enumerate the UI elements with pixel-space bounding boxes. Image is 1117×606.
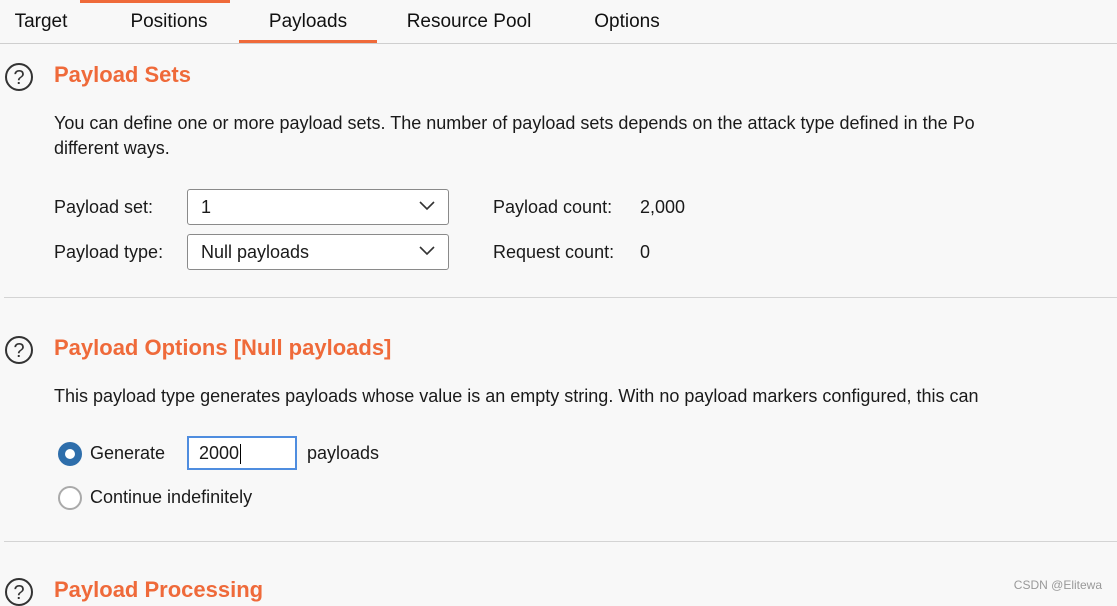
chevron-down-icon bbox=[419, 246, 435, 256]
tab-resource-pool[interactable]: Resource Pool bbox=[390, 0, 548, 43]
request-count-value: 0 bbox=[640, 242, 651, 262]
help-icon[interactable]: ? bbox=[5, 578, 33, 606]
payload-type-select[interactable]: Null payloads bbox=[187, 234, 449, 270]
generate-count-input[interactable]: 2000 bbox=[187, 436, 297, 470]
payload-set-label: Payload set: bbox=[54, 197, 154, 217]
text-caret bbox=[240, 444, 242, 465]
continue-indefinitely-label: Continue indefinitely bbox=[90, 487, 253, 507]
tab-bar: Target Positions Payloads Resource Pool … bbox=[0, 0, 1117, 44]
payload-count-label: Payload count: bbox=[493, 197, 613, 217]
payload-type-label: Payload type: bbox=[54, 242, 164, 262]
payloads-suffix-label: payloads bbox=[307, 443, 380, 463]
watermark: CSDN @Elitewa bbox=[1013, 578, 1102, 592]
generate-label: Generate bbox=[90, 443, 166, 463]
payload-count-value: 2,000 bbox=[640, 197, 686, 217]
continue-indefinitely-radio[interactable] bbox=[58, 486, 82, 510]
section-divider bbox=[4, 297, 1117, 298]
tab-payloads[interactable]: Payloads bbox=[239, 0, 377, 43]
help-icon[interactable]: ? bbox=[5, 63, 33, 91]
section-divider bbox=[4, 541, 1117, 542]
help-icon[interactable]: ? bbox=[5, 336, 33, 364]
payload-type-value: Null payloads bbox=[201, 242, 310, 262]
tab-options[interactable]: Options bbox=[575, 0, 679, 43]
payload-options-title: Payload Options [Null payloads] bbox=[54, 335, 392, 360]
generate-radio[interactable] bbox=[58, 442, 82, 466]
payload-set-value: 1 bbox=[201, 197, 212, 217]
generate-count-value: 2000 bbox=[199, 443, 240, 463]
payload-processing-title: Payload Processing bbox=[54, 577, 264, 602]
payload-set-select[interactable]: 1 bbox=[187, 189, 449, 225]
payload-sets-title: Payload Sets bbox=[54, 62, 191, 87]
payload-sets-description-line2: different ways. bbox=[54, 138, 170, 158]
tab-positions[interactable]: Positions bbox=[110, 0, 228, 43]
request-count-label: Request count: bbox=[493, 242, 615, 262]
tab-target[interactable]: Target bbox=[0, 0, 82, 43]
payload-sets-description-line1: You can define one or more payload sets.… bbox=[54, 113, 975, 133]
payload-options-description: This payload type generates payloads who… bbox=[54, 386, 979, 406]
chevron-down-icon bbox=[419, 201, 435, 211]
